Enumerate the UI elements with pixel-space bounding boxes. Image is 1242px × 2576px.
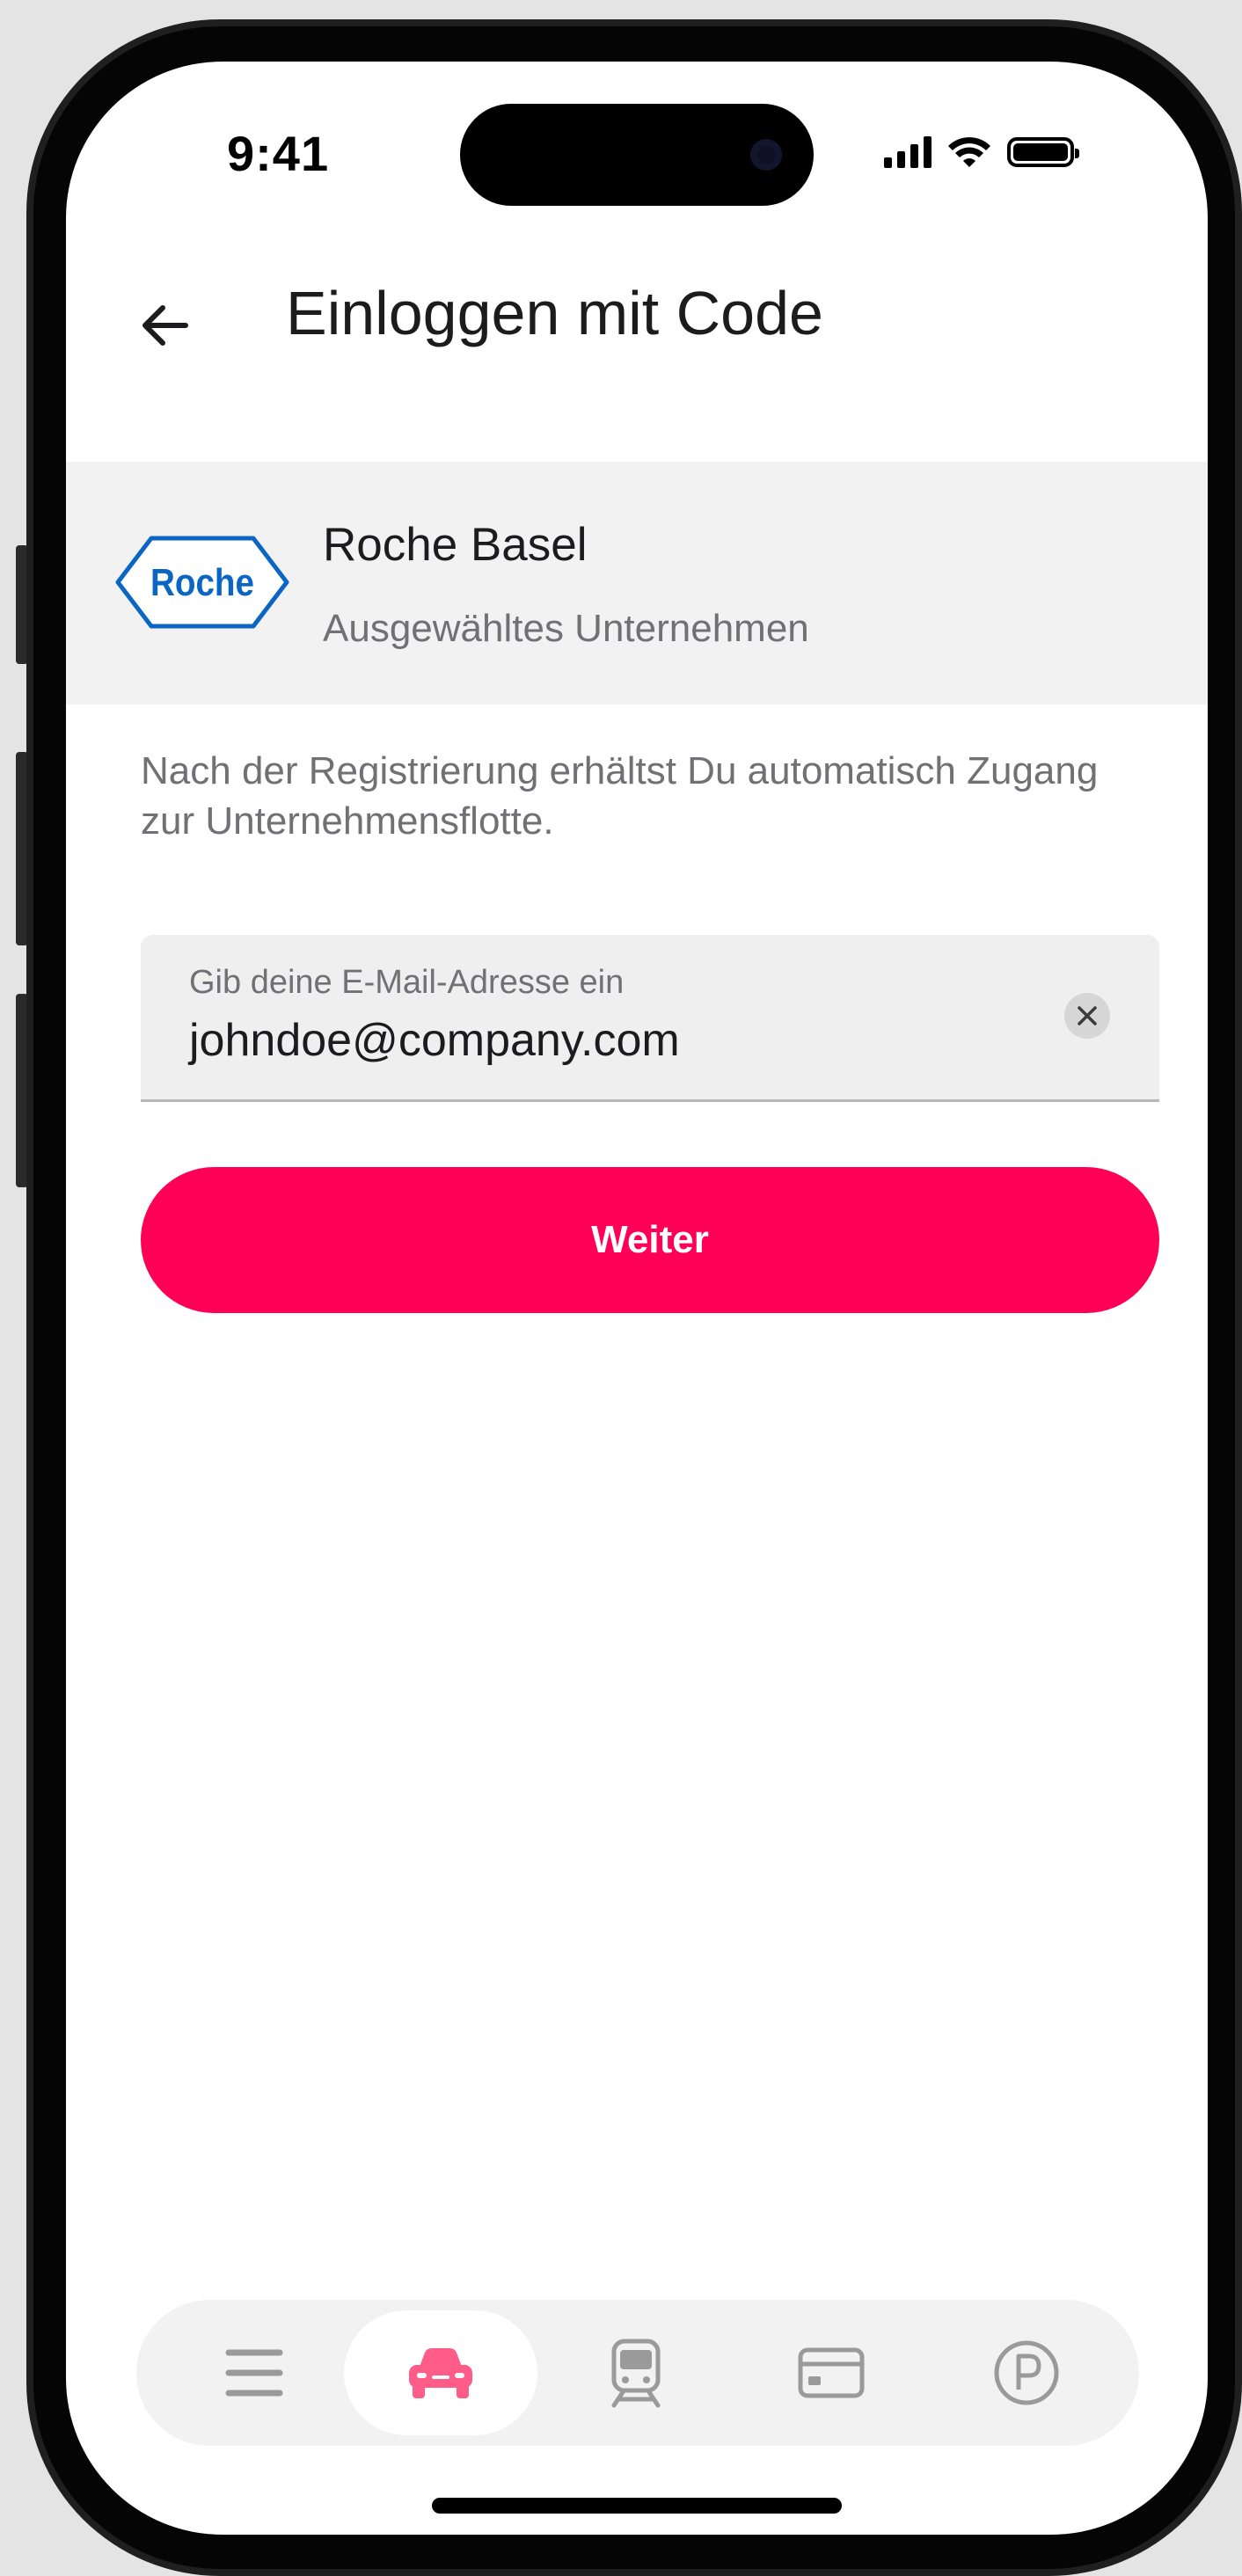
tab-card[interactable] [734,2310,928,2435]
menu-icon [225,2349,283,2397]
status-time: 9:41 [227,126,330,181]
email-field-label: Gib deine E-Mail-Adresse ein [189,964,625,1001]
info-text: Nach der Registrierung erhältst Du autom… [141,749,1099,843]
cellular-signal-icon [884,136,932,168]
battery-icon [1007,137,1079,167]
company-logo-text: Roche [150,561,254,604]
home-indicator [432,2498,842,2514]
close-icon [1078,1006,1097,1025]
continue-button[interactable]: Weiter [141,1167,1159,1313]
tab-car[interactable] [344,2310,537,2435]
train-icon [611,2339,661,2408]
company-subtitle: Ausgewähltes Unternehmen [323,607,809,650]
tab-train[interactable] [539,2310,733,2435]
back-button[interactable] [121,281,208,369]
selected-company-card: Roche Roche Basel Ausgewähltes Unternehm… [66,462,1208,704]
bottom-tab-bar [136,2300,1139,2446]
wifi-icon [948,137,990,167]
email-field[interactable]: Gib deine E-Mail-Adresse ein johndoe@com… [141,935,1159,1102]
tab-parking[interactable] [930,2310,1123,2435]
company-logo: Roche [115,536,289,629]
arrow-left-icon [142,305,188,346]
app-screen: 9:41 Einloggen mit Code Roche Roche Base… [66,62,1208,2535]
front-camera [750,139,782,171]
tab-menu[interactable] [157,2310,351,2435]
card-icon [798,2347,865,2398]
company-name: Roche Basel [323,519,588,571]
clear-email-button[interactable] [1064,993,1110,1039]
email-field-value[interactable]: johndoe@company.com [189,1014,680,1067]
car-icon [409,2348,472,2398]
page-title: Einloggen mit Code [286,279,823,347]
status-icons [884,130,1079,174]
dynamic-island [460,104,814,206]
parking-icon [994,2340,1059,2405]
